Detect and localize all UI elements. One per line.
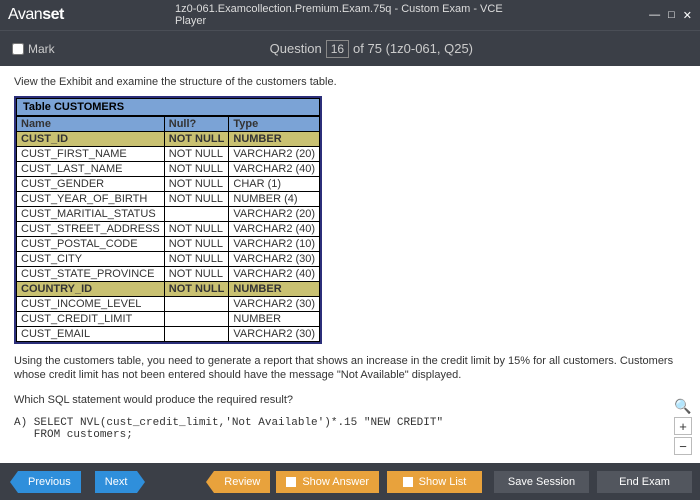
table-cell: CUST_STATE_PROVINCE xyxy=(17,267,165,282)
table-cell: VARCHAR2 (30) xyxy=(229,297,320,312)
table-cell: VARCHAR2 (20) xyxy=(229,147,320,162)
table-row: CUST_STREET_ADDRESSNOT NULLVARCHAR2 (40) xyxy=(17,222,320,237)
table-cell: NOT NULL xyxy=(164,177,229,192)
minimize-icon[interactable]: — xyxy=(649,9,660,22)
table-row: CUST_STATE_PROVINCENOT NULLVARCHAR2 (40) xyxy=(17,267,320,282)
table-row: CUST_POSTAL_CODENOT NULLVARCHAR2 (10) xyxy=(17,237,320,252)
table-title: Table CUSTOMERS xyxy=(16,98,320,116)
table-cell: NUMBER xyxy=(229,282,320,297)
checkbox-icon xyxy=(403,477,413,487)
table-cell xyxy=(164,207,229,222)
question-number[interactable]: 16 xyxy=(326,40,349,58)
maximize-icon[interactable]: □ xyxy=(668,9,675,22)
zoom-controls: 🔍 + − xyxy=(674,397,692,455)
end-exam-button[interactable]: End Exam xyxy=(597,471,692,493)
table-cell: CUST_POSTAL_CODE xyxy=(17,237,165,252)
question-body-2: Which SQL statement would produce the re… xyxy=(14,393,686,407)
table-header-cell: Name xyxy=(17,117,165,132)
content-area[interactable]: View the Exhibit and examine the structu… xyxy=(0,66,700,463)
table-row: CUST_LAST_NAMENOT NULLVARCHAR2 (40) xyxy=(17,162,320,177)
show-list-button[interactable]: Show List xyxy=(387,471,482,493)
exhibit-intro: View the Exhibit and examine the structu… xyxy=(14,76,686,88)
toolbar: Mark Question 16 of 75 (1z0-061, Q25) xyxy=(0,30,700,66)
table-cell: VARCHAR2 (40) xyxy=(229,162,320,177)
table-cell xyxy=(164,312,229,327)
table-row: CUST_MARITIAL_STATUS VARCHAR2 (20) xyxy=(17,207,320,222)
option-a[interactable]: A) SELECT NVL(cust_credit_limit,'Not Ava… xyxy=(14,417,686,441)
footer: Previous Next Review Show Answer Show Li… xyxy=(0,463,700,500)
window-controls: — □ ✕ xyxy=(649,9,692,22)
table-row: CUST_FIRST_NAMENOT NULLVARCHAR2 (20) xyxy=(17,147,320,162)
mark-label: Mark xyxy=(28,42,55,56)
table-row: CUST_CITYNOT NULLVARCHAR2 (30) xyxy=(17,252,320,267)
table-cell: NOT NULL xyxy=(164,192,229,207)
mark-input[interactable] xyxy=(12,43,24,55)
table-cell: CUST_EMAIL xyxy=(17,327,165,342)
table-cell: CUST_STREET_ADDRESS xyxy=(17,222,165,237)
table-cell: NOT NULL xyxy=(164,162,229,177)
question-nav: Question 16 of 75 (1z0-061, Q25) xyxy=(270,40,473,58)
window-title: 1z0-061.Examcollection.Premium.Exam.75q … xyxy=(175,3,525,27)
mark-checkbox[interactable]: Mark xyxy=(12,42,55,56)
table-cell: CUST_CREDIT_LIMIT xyxy=(17,312,165,327)
table-cell: VARCHAR2 (20) xyxy=(229,207,320,222)
table-cell: VARCHAR2 (30) xyxy=(229,252,320,267)
table-cell: CUST_INCOME_LEVEL xyxy=(17,297,165,312)
table-cell: VARCHAR2 (10) xyxy=(229,237,320,252)
table-cell: NUMBER (4) xyxy=(229,192,320,207)
table-cell: CUST_MARITIAL_STATUS xyxy=(17,207,165,222)
table-cell: NOT NULL xyxy=(164,147,229,162)
zoom-in-button[interactable]: + xyxy=(674,417,692,435)
table-cell: NOT NULL xyxy=(164,252,229,267)
customers-table: Table CUSTOMERS NameNull?Type CUST_IDNOT… xyxy=(14,96,322,344)
table-cell xyxy=(164,297,229,312)
table-cell: CHAR (1) xyxy=(229,177,320,192)
table-cell: COUNTRY_ID xyxy=(17,282,165,297)
table-header-cell: Null? xyxy=(164,117,229,132)
table-row: CUST_GENDERNOT NULLCHAR (1) xyxy=(17,177,320,192)
table-cell: NOT NULL xyxy=(164,132,229,147)
question-body-1: Using the customers table, you need to g… xyxy=(14,354,686,383)
review-button[interactable]: Review xyxy=(214,471,270,493)
table-header-cell: Type xyxy=(229,117,320,132)
table-cell: NUMBER xyxy=(229,312,320,327)
table-row: CUST_INCOME_LEVEL VARCHAR2 (30) xyxy=(17,297,320,312)
table-cell xyxy=(164,327,229,342)
zoom-out-button[interactable]: − xyxy=(674,437,692,455)
save-session-button[interactable]: Save Session xyxy=(494,471,589,493)
table-cell: VARCHAR2 (40) xyxy=(229,267,320,282)
table-row: CUST_YEAR_OF_BIRTHNOT NULLNUMBER (4) xyxy=(17,192,320,207)
table-cell: NOT NULL xyxy=(164,222,229,237)
table-row: CUST_CREDIT_LIMIT NUMBER xyxy=(17,312,320,327)
next-button[interactable]: Next xyxy=(95,471,138,493)
table-cell: CUST_LAST_NAME xyxy=(17,162,165,177)
show-answer-button[interactable]: Show Answer xyxy=(276,471,379,493)
table-cell: CUST_YEAR_OF_BIRTH xyxy=(17,192,165,207)
table-cell: CUST_CITY xyxy=(17,252,165,267)
magnify-icon[interactable]: 🔍 xyxy=(674,397,692,415)
table-cell: NOT NULL xyxy=(164,237,229,252)
table-cell: VARCHAR2 (30) xyxy=(229,327,320,342)
table-row: COUNTRY_IDNOT NULLNUMBER xyxy=(17,282,320,297)
logo: Avanset xyxy=(8,6,64,24)
table-cell: CUST_FIRST_NAME xyxy=(17,147,165,162)
table-cell: NOT NULL xyxy=(164,282,229,297)
table-cell: NUMBER xyxy=(229,132,320,147)
previous-button[interactable]: Previous xyxy=(18,471,81,493)
close-icon[interactable]: ✕ xyxy=(683,9,692,22)
table-row: CUST_EMAIL VARCHAR2 (30) xyxy=(17,327,320,342)
table-row: CUST_IDNOT NULLNUMBER xyxy=(17,132,320,147)
table-cell: VARCHAR2 (40) xyxy=(229,222,320,237)
table-cell: NOT NULL xyxy=(164,267,229,282)
table-cell: CUST_GENDER xyxy=(17,177,165,192)
table-cell: CUST_ID xyxy=(17,132,165,147)
titlebar: Avanset 1z0-061.Examcollection.Premium.E… xyxy=(0,0,700,30)
checkbox-icon xyxy=(286,477,296,487)
